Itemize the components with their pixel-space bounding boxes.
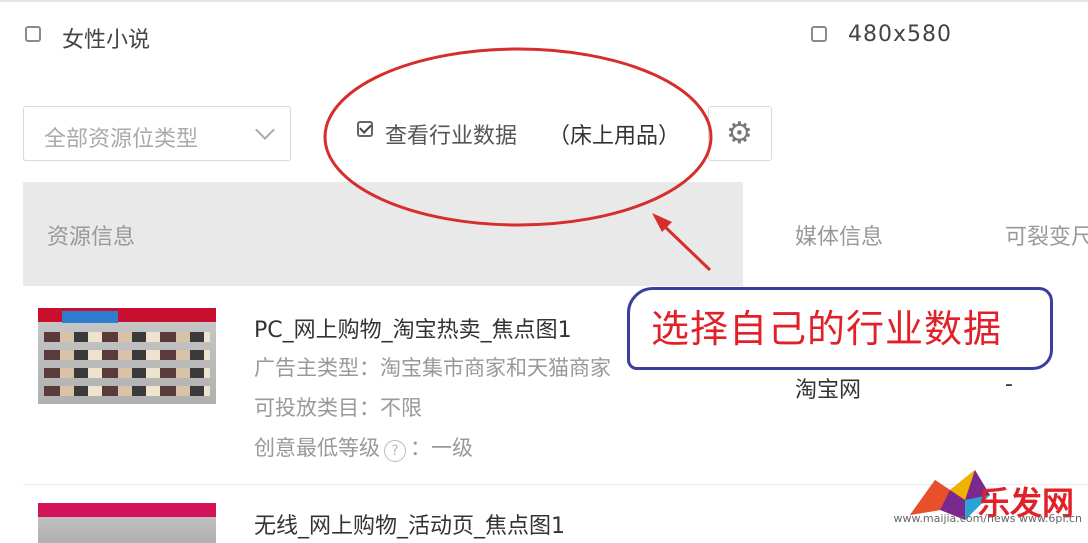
highlight-circle [323,47,713,227]
watermark-url: www.maijia.com/news www.6pf.cn [893,512,1082,525]
callout-arrow [658,220,712,272]
annotation-overlay [323,47,713,272]
callout-text: 选择自己的行业数据 [651,307,1003,351]
